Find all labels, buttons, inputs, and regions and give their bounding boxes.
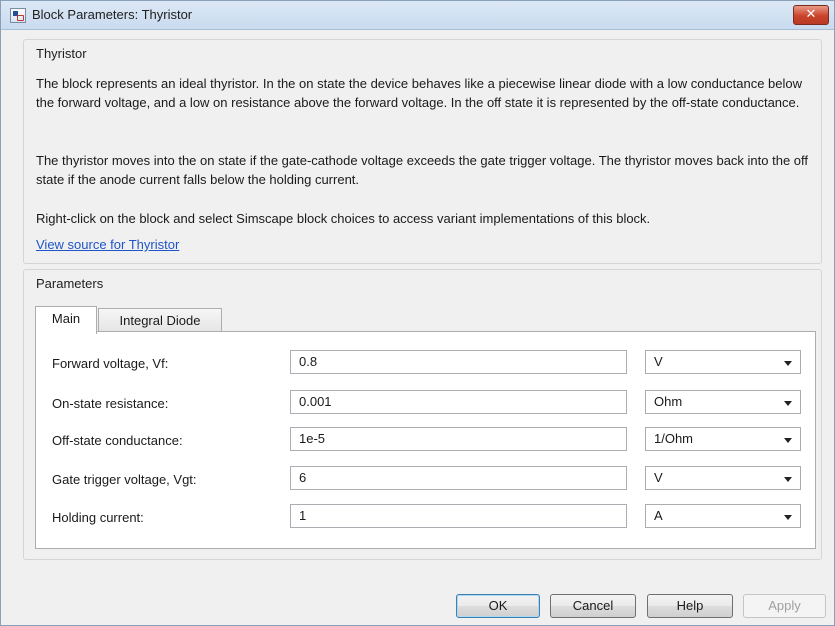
off-state-conductance-unit-select[interactable]: 1/Ohm (645, 427, 801, 451)
view-source-link[interactable]: View source for Thyristor (36, 237, 179, 252)
help-button[interactable]: Help (647, 594, 733, 618)
simulink-block-icon (10, 8, 26, 23)
description-group-label: Thyristor (36, 46, 87, 61)
title-bar[interactable]: Block Parameters: Thyristor ✕ (1, 1, 834, 30)
param-label-gate-trigger-voltage: Gate trigger voltage, Vgt: (52, 472, 197, 487)
param-label-off-state-conductance: Off-state conductance: (52, 433, 183, 448)
apply-button[interactable]: Apply (743, 594, 826, 618)
holding-current-unit-select[interactable]: A (645, 504, 801, 528)
description-paragraph-1: The block represents an ideal thyristor.… (36, 76, 803, 110)
tab-integral-diode[interactable]: Integral Diode (98, 308, 222, 333)
parameters-group-label: Parameters (36, 276, 104, 291)
off-state-conductance-input[interactable]: 1e-5 (290, 427, 627, 451)
tab-integral-diode-label: Integral Diode (119, 313, 201, 328)
on-state-resistance-unit-select[interactable]: Ohm (645, 390, 801, 414)
tab-main[interactable]: Main (35, 306, 97, 334)
param-label-forward-voltage: Forward voltage, Vf: (52, 356, 169, 371)
holding-current-input[interactable]: 1 (290, 504, 627, 528)
close-icon: ✕ (805, 7, 817, 22)
gate-trigger-voltage-unit-value: V (654, 470, 663, 485)
off-state-conductance-unit-value: 1/Ohm (654, 431, 694, 446)
ok-button[interactable]: OK (456, 594, 540, 618)
block-parameters-dialog: Block Parameters: Thyristor ✕ Thyristor … (0, 0, 835, 626)
chevron-down-icon (784, 515, 792, 520)
chevron-down-icon (784, 401, 792, 406)
description-paragraph-3: Right-click on the block and select Sims… (36, 211, 651, 226)
forward-voltage-unit-value: V (654, 354, 663, 369)
on-state-resistance-input[interactable]: 0.001 (290, 390, 627, 414)
holding-current-unit-value: A (654, 508, 663, 523)
gate-trigger-voltage-unit-select[interactable]: V (645, 466, 801, 490)
window-title: Block Parameters: Thyristor (32, 7, 193, 22)
chevron-down-icon (784, 477, 792, 482)
description-paragraph-2: The thyristor moves into the on state if… (36, 153, 809, 187)
forward-voltage-unit-select[interactable]: V (645, 350, 801, 374)
tab-main-label: Main (51, 311, 81, 326)
cancel-button[interactable]: Cancel (550, 594, 636, 618)
chevron-down-icon (784, 361, 792, 366)
on-state-resistance-unit-value: Ohm (654, 394, 683, 409)
close-button[interactable]: ✕ (793, 5, 829, 25)
param-label-on-state-resistance: On-state resistance: (52, 396, 169, 411)
chevron-down-icon (784, 438, 792, 443)
param-label-holding-current: Holding current: (52, 510, 144, 525)
forward-voltage-input[interactable]: 0.8 (290, 350, 627, 374)
tab-panel-main: Forward voltage, Vf: 0.8 V On-state resi… (35, 331, 816, 549)
gate-trigger-voltage-input[interactable]: 6 (290, 466, 627, 490)
